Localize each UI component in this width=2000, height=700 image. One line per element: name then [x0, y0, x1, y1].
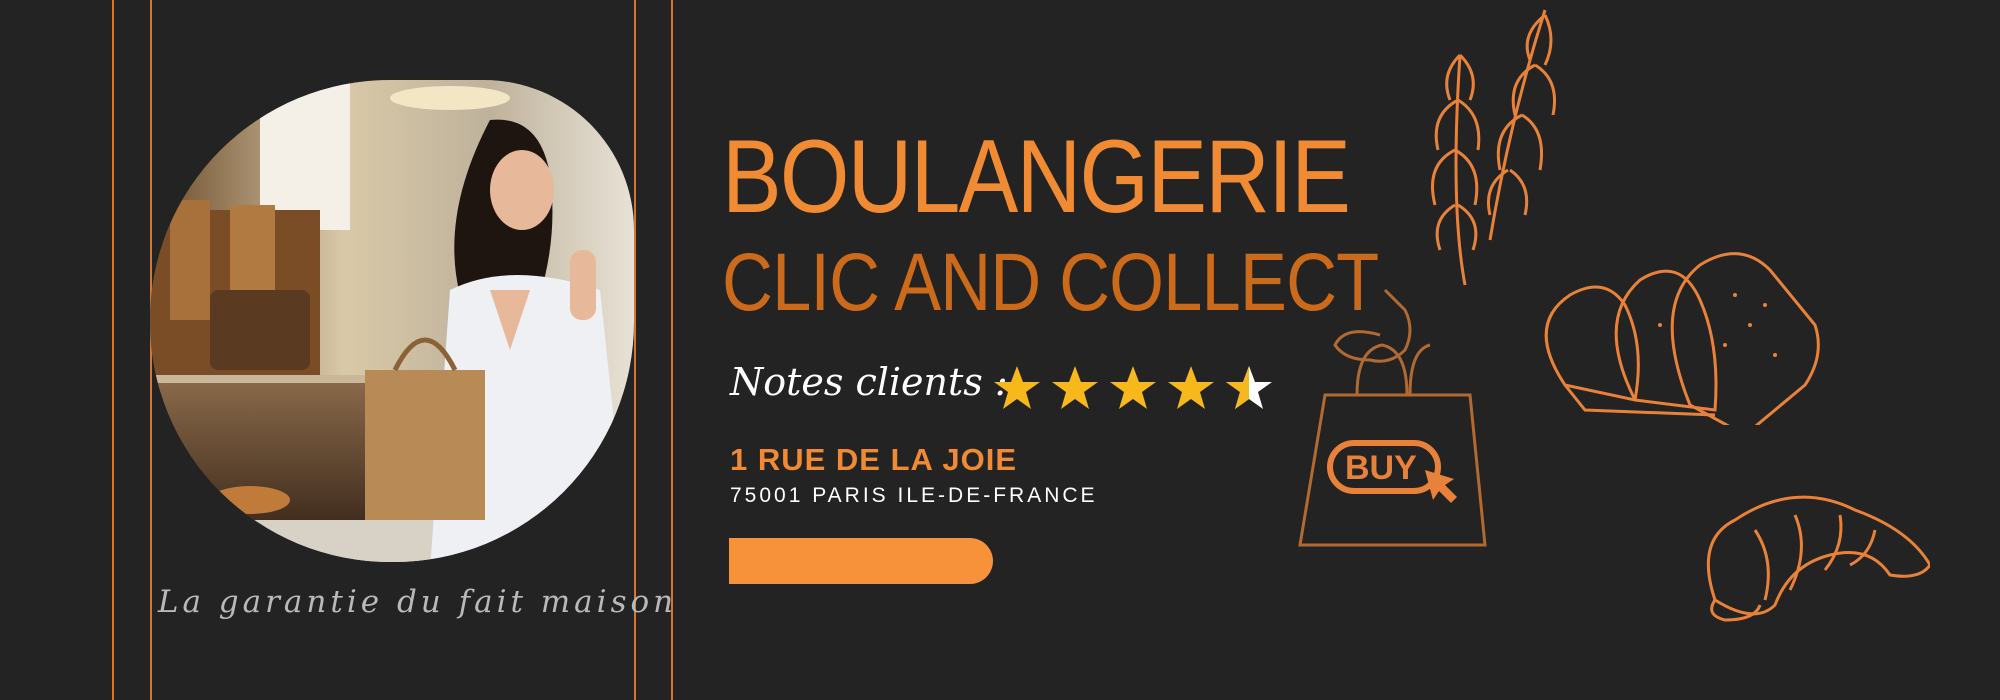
tagline: La garantie du fait maison — [157, 584, 678, 620]
star-icon — [1052, 366, 1098, 409]
order-button[interactable] — [729, 538, 993, 584]
star-icon — [994, 366, 1040, 409]
address-street: 1 RUE DE LA JOIE — [730, 442, 1018, 477]
page-subtitle: CLIC AND COLLECT — [722, 237, 1379, 328]
shopping-bag-icon: BUY — [1298, 288, 1487, 547]
bread-loaf-icon — [1544, 252, 1820, 425]
page-title: BOULANGERIE — [722, 119, 1351, 235]
address-city: 75001 PARIS ILE-DE-FRANCE — [730, 484, 1098, 507]
star-icon — [1168, 366, 1214, 409]
left-frame-line-outer — [112, 0, 114, 700]
croissant-icon — [1706, 495, 1930, 622]
rating-stars — [994, 366, 1272, 409]
bakery-photo — [150, 80, 634, 562]
star-icon — [1226, 366, 1272, 409]
buy-label: BUY — [1345, 449, 1417, 487]
star-icon — [1110, 366, 1156, 409]
rating-label: Notes clients : — [730, 360, 1008, 404]
